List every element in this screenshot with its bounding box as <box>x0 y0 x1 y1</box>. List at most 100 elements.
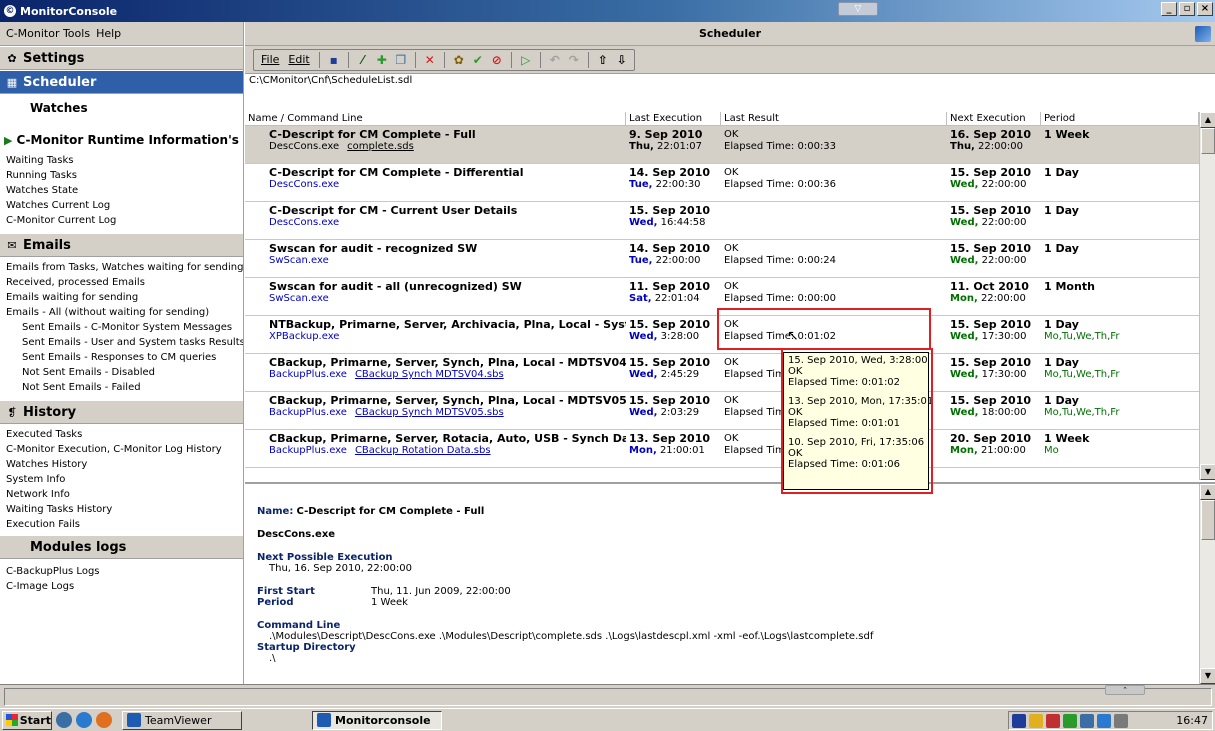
email-item[interactable]: Emails - All (without waiting for sendin… <box>0 305 243 320</box>
table-row[interactable]: C-Descript for CM - Current User Details… <box>245 202 1215 240</box>
task-config-link[interactable]: complete.sds <box>347 141 414 152</box>
modules-logs-section[interactable]: Modules logs <box>0 535 243 559</box>
email-item[interactable]: Sent Emails - Responses to CM queries <box>0 350 243 365</box>
expand-grip-icon[interactable]: ⌃ <box>1105 685 1145 695</box>
minimize-button[interactable]: _ <box>1161 2 1177 16</box>
table-row[interactable]: CBackup, Primarne, Server, Rotacia, Auto… <box>245 430 1215 468</box>
taskbar-teamviewer[interactable]: TeamViewer <box>122 710 242 730</box>
monitor-tray-icon[interactable] <box>1080 713 1094 728</box>
watches-item[interactable]: Watches <box>0 94 243 122</box>
last-result-cell[interactable]: OK Elapsed Time: 0:00:36 <box>721 167 947 201</box>
show-desktop-icon[interactable] <box>56 712 72 728</box>
last-result-cell[interactable]: OK Elapsed Time: 0:00:24 <box>721 243 947 277</box>
edit-menu[interactable]: Edit <box>285 53 312 66</box>
modules-log-item[interactable]: C-BackupPlus Logs <box>0 564 243 579</box>
column-header-last-execution[interactable]: Last Execution <box>626 112 721 125</box>
delete-icon[interactable]: ✕ <box>422 52 438 68</box>
save-icon[interactable]: ▪ <box>326 52 342 68</box>
scroll-up-icon[interactable]: ▲ <box>1200 112 1215 128</box>
close-button[interactable]: × <box>1197 2 1213 16</box>
history-item[interactable]: Execution Fails <box>0 517 243 532</box>
email-item[interactable]: Emails from Tasks, Watches waiting for s… <box>0 260 243 275</box>
schedule-file-path: C:\CMonitor\Cnf\ScheduleList.sdl <box>245 74 1215 88</box>
last-result-cell[interactable]: OK Elapsed Time: 0:01:02 <box>721 319 947 353</box>
menu-help[interactable]: Help <box>96 27 121 40</box>
detail-scrollbar[interactable]: ▲ ▼ <box>1199 484 1215 684</box>
run-icon[interactable]: ▷ <box>518 52 534 68</box>
detail-scroll-thumb[interactable] <box>1201 500 1215 540</box>
table-row[interactable]: CBackup, Primarne, Server, Synch, Plna, … <box>245 392 1215 430</box>
runtime-item[interactable]: Running Tasks <box>0 168 243 183</box>
modules-log-item[interactable]: C-Image Logs <box>0 579 243 594</box>
email-item[interactable]: Sent Emails - C-Monitor System Messages <box>0 320 243 335</box>
emails-section[interactable]: ✉ Emails <box>0 233 243 257</box>
email-item[interactable]: Not Sent Emails - Disabled <box>0 365 243 380</box>
monitorconsole-icon <box>317 713 331 727</box>
table-row[interactable]: NTBackup, Primarne, Server, Archivacia, … <box>245 316 1215 354</box>
enable-check-icon[interactable]: ✔ <box>470 52 486 68</box>
column-header-last-result[interactable]: Last Result <box>721 112 947 125</box>
history-item[interactable]: System Info <box>0 472 243 487</box>
maximize-button[interactable]: ▫ <box>1179 2 1195 16</box>
add-icon[interactable]: ✚ <box>374 52 390 68</box>
column-header-name[interactable]: Name / Command Line <box>245 112 626 125</box>
table-row[interactable]: C-Descript for CM Complete - Differentia… <box>245 164 1215 202</box>
scroll-down-icon[interactable]: ▼ <box>1200 464 1215 480</box>
last-result-cell[interactable]: OK Elapsed Time: 0:00:00 <box>721 281 947 315</box>
update-icon[interactable] <box>1097 713 1111 728</box>
network-icon[interactable] <box>1046 713 1060 728</box>
restore-tab-icon[interactable]: ▽ <box>838 2 878 16</box>
firefox-icon[interactable] <box>96 712 112 728</box>
scroll-thumb[interactable] <box>1201 128 1215 154</box>
move-up-icon[interactable]: ⇧ <box>595 52 611 68</box>
scheduler-section[interactable]: ▦ Scheduler <box>0 70 243 94</box>
table-row[interactable]: C-Descript for CM Complete - Full DescCon… <box>245 126 1215 164</box>
copy-icon[interactable]: ❐ <box>393 52 409 68</box>
history-section[interactable]: ❡ History <box>0 400 243 424</box>
task-config-link[interactable]: CBackup Synch MDTSV04.sbs <box>355 369 504 380</box>
runtime-item[interactable]: C-Monitor Current Log <box>0 213 243 228</box>
history-item[interactable]: Executed Tasks <box>0 427 243 442</box>
last-result-cell[interactable]: OK Elapsed Time: 0:00:33 <box>721 129 947 163</box>
volume-icon[interactable] <box>1114 713 1128 728</box>
email-item[interactable]: Emails waiting for sending <box>0 290 243 305</box>
email-item[interactable]: Not Sent Emails - Failed <box>0 380 243 395</box>
internet-explorer-icon[interactable] <box>76 712 92 728</box>
table-row[interactable]: Swscan for audit - recognized SW SwScan.e… <box>245 240 1215 278</box>
history-item[interactable]: Waiting Tasks History <box>0 502 243 517</box>
new-task-wand-icon[interactable]: ⁄ <box>355 52 371 68</box>
detail-scroll-down-icon[interactable]: ▼ <box>1200 668 1215 684</box>
history-item[interactable]: Watches History <box>0 457 243 472</box>
runtime-item[interactable]: Watches Current Log <box>0 198 243 213</box>
settings-icon[interactable]: ✿ <box>451 52 467 68</box>
detail-scroll-up-icon[interactable]: ▲ <box>1200 484 1215 500</box>
history-item[interactable]: Network Info <box>0 487 243 502</box>
runtime-item[interactable]: Waiting Tasks <box>0 153 243 168</box>
menu-cmonitor-tools[interactable]: C-Monitor Tools <box>6 27 90 40</box>
task-config-link[interactable]: CBackup Synch MDTSV05.sbs <box>355 407 504 418</box>
undo-icon[interactable]: ↶ <box>547 52 563 68</box>
taskbar-monitorconsole[interactable]: Monitorconsole <box>312 710 442 730</box>
table-row[interactable]: Swscan for audit - all (unrecognized) SW… <box>245 278 1215 316</box>
keyboard-layout-icon[interactable] <box>1012 713 1026 728</box>
antivirus-icon[interactable] <box>1063 713 1077 728</box>
start-button[interactable]: Start <box>2 710 52 730</box>
runtime-info-header[interactable]: ▶ C-Monitor Runtime Information's <box>0 127 243 153</box>
settings-section[interactable]: ✿ Settings <box>0 46 243 70</box>
email-item[interactable]: Received, processed Emails <box>0 275 243 290</box>
task-config-link[interactable]: CBackup Rotation Data.sbs <box>355 445 491 456</box>
grid-scrollbar[interactable]: ▲ ▼ <box>1199 112 1215 480</box>
security-shield-icon[interactable] <box>1029 713 1043 728</box>
disable-icon[interactable]: ⊘ <box>489 52 505 68</box>
file-menu[interactable]: File <box>258 53 282 66</box>
column-header-next-execution[interactable]: Next Execution <box>947 112 1041 125</box>
runtime-item[interactable]: Watches State <box>0 183 243 198</box>
table-row[interactable]: CBackup, Primarne, Server, Synch, Plna, … <box>245 354 1215 392</box>
column-header-period[interactable]: Period <box>1041 112 1199 125</box>
tooltip-gap <box>788 429 924 437</box>
history-item[interactable]: C-Monitor Execution, C-Monitor Log Histo… <box>0 442 243 457</box>
last-result-cell[interactable] <box>721 205 947 239</box>
email-item[interactable]: Sent Emails - User and System tasks Resu… <box>0 335 243 350</box>
redo-icon[interactable]: ↷ <box>566 52 582 68</box>
move-down-icon[interactable]: ⇩ <box>614 52 630 68</box>
